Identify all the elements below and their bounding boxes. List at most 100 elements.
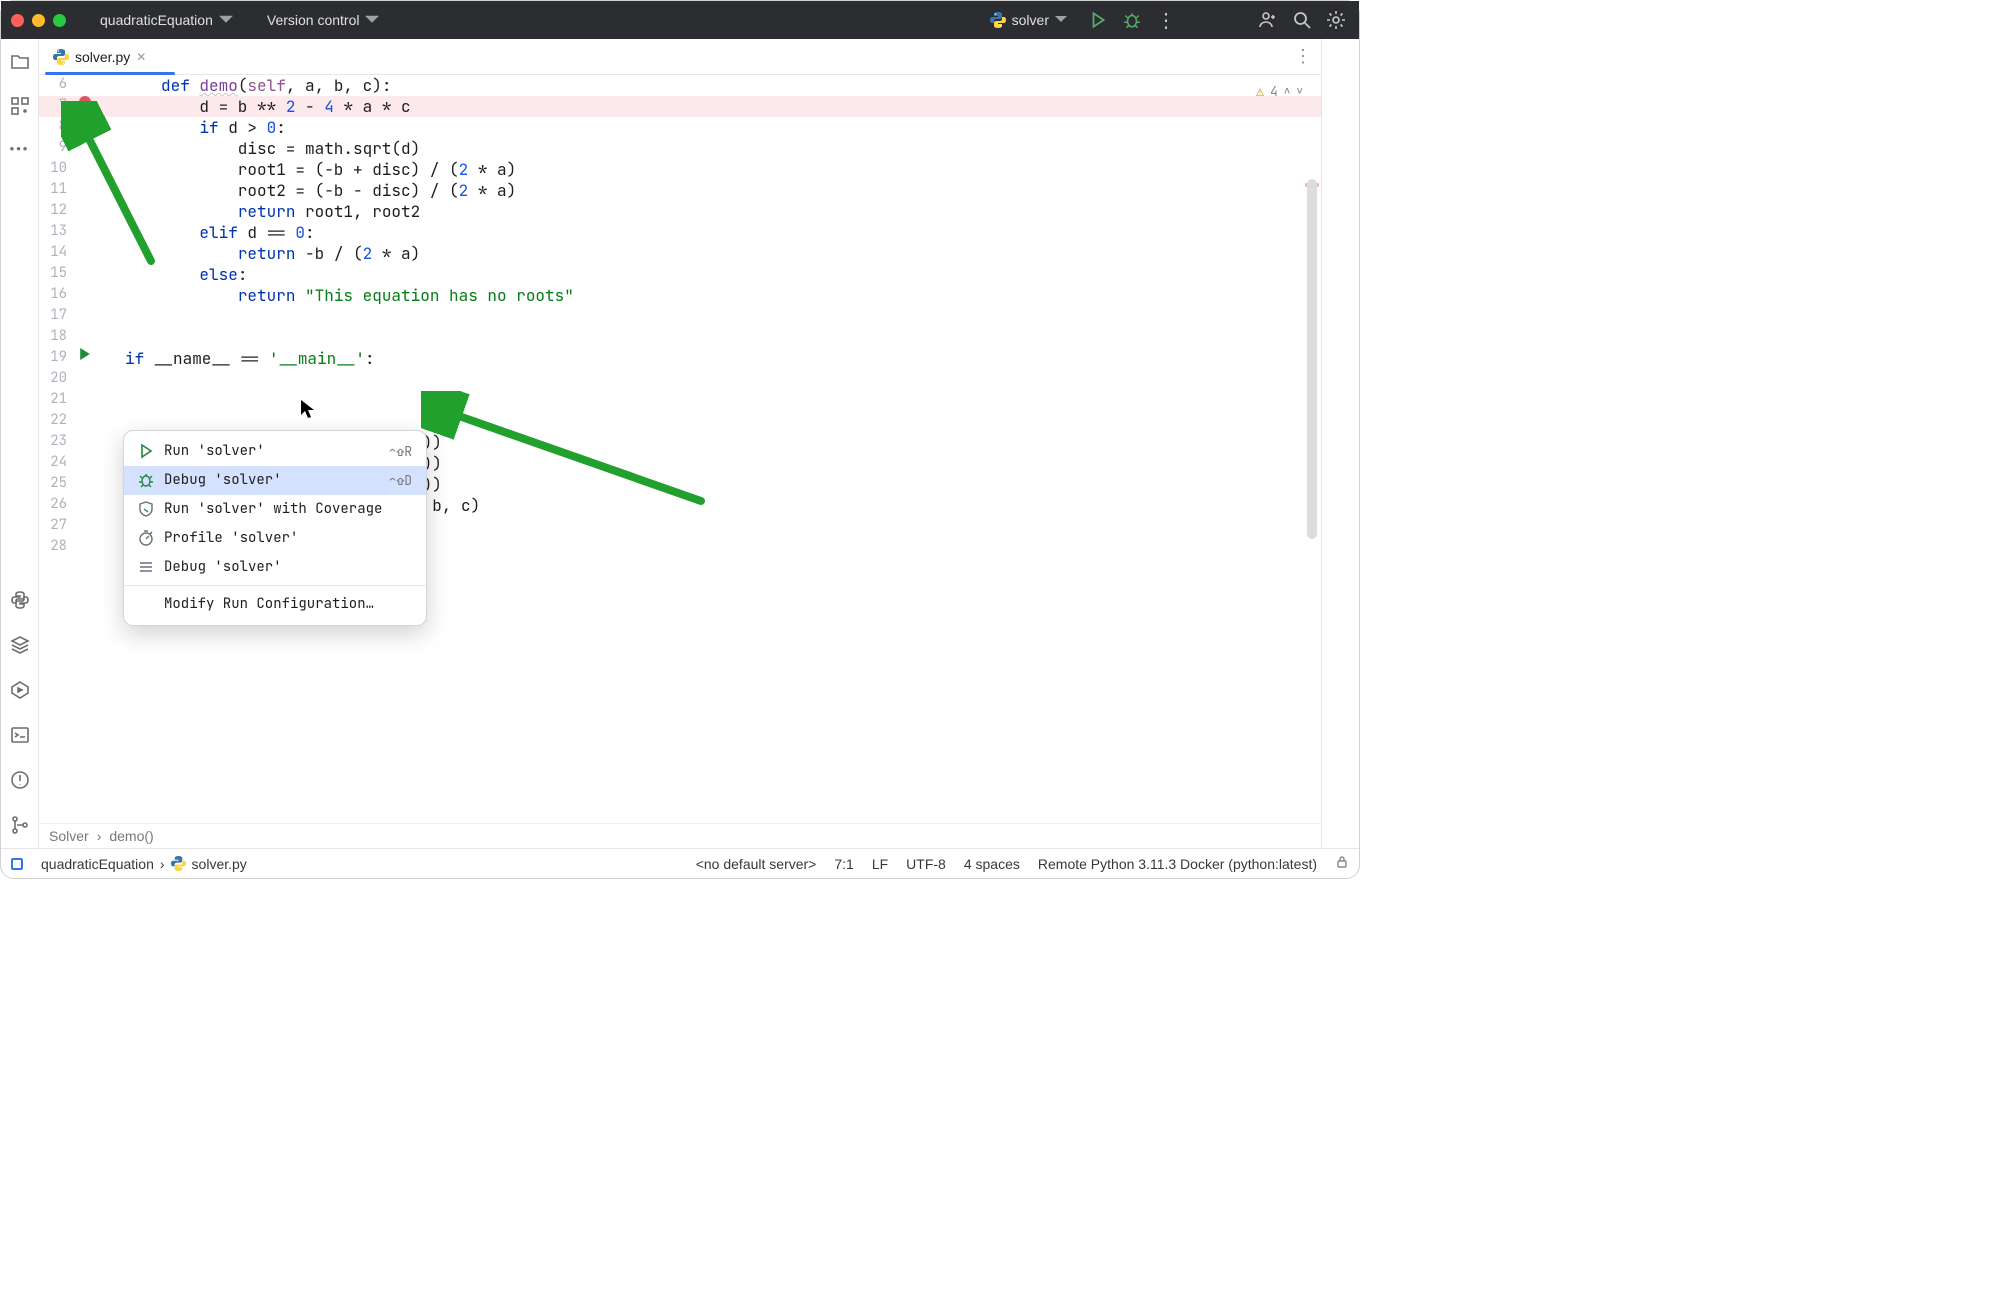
code-line[interactable]: 9 disc = math.sqrt(d) (39, 138, 1321, 159)
menu-item-label: Run 'solver' with Coverage (164, 500, 402, 519)
window-close-button[interactable] (11, 14, 24, 27)
line-number[interactable]: 17 (39, 306, 73, 325)
context-menu-item[interactable]: Modify Run Configuration… (124, 590, 426, 619)
menu-separator (124, 585, 426, 586)
breadcrumb-method[interactable]: demo() (109, 828, 153, 844)
menu-item-label: Debug 'solver' (164, 558, 402, 577)
chevron-down-icon (365, 13, 379, 27)
line-number[interactable]: 22 (39, 411, 73, 430)
status-caret[interactable]: 7:1 (834, 856, 853, 872)
context-menu-item[interactable]: Debug 'solver' (124, 553, 426, 582)
run-config-name: solver (1012, 12, 1049, 28)
line-number[interactable]: 6 (39, 75, 73, 94)
vcs-tool-icon[interactable] (10, 815, 30, 838)
code-line[interactable]: 16 return "This equation has no roots" (39, 285, 1321, 306)
code-line[interactable]: 12 return root1, root2 (39, 201, 1321, 222)
tab-actions-icon[interactable]: ⋮ (1294, 46, 1315, 67)
status-server[interactable]: <no default server> (696, 856, 817, 872)
structure-tool-icon[interactable] (10, 96, 30, 119)
code-line[interactable]: 14 return -b / (2 * a) (39, 243, 1321, 264)
line-number[interactable]: 26 (39, 495, 73, 514)
gutter[interactable] (73, 348, 97, 360)
python-icon (990, 12, 1006, 28)
vcs-dropdown[interactable]: Version control (261, 8, 386, 32)
line-number[interactable]: 23 (39, 432, 73, 451)
status-lock-icon[interactable] (1335, 855, 1349, 872)
status-eol[interactable]: LF (872, 856, 888, 872)
code-line[interactable]: 20 (39, 369, 1321, 390)
breadcrumb-class[interactable]: Solver (49, 828, 89, 844)
project-tool-icon[interactable] (10, 51, 30, 74)
code-line[interactable]: 17 (39, 306, 1321, 327)
inspection-widget[interactable]: ⚠ 4 ∧ ∨ (1256, 83, 1303, 101)
run-gutter-icon[interactable] (79, 348, 91, 360)
context-menu-item[interactable]: Profile 'solver' (124, 524, 426, 553)
line-number[interactable]: 19 (39, 348, 73, 367)
status-project: quadraticEquation (41, 856, 154, 872)
status-file: solver.py (192, 856, 247, 872)
code-line[interactable]: 6 def demo(self, a, b, c): (39, 75, 1321, 96)
problems-tool-icon[interactable] (10, 770, 30, 793)
code-line[interactable]: 15 else: (39, 264, 1321, 285)
scrollbar-thumb[interactable] (1307, 179, 1317, 539)
next-problem-icon[interactable]: ∨ (1296, 84, 1303, 99)
line-number[interactable]: 20 (39, 369, 73, 388)
status-indent[interactable]: 4 spaces (964, 856, 1020, 872)
terminal-tool-icon[interactable] (10, 725, 30, 748)
line-number[interactable]: 24 (39, 453, 73, 472)
titlebar: quadraticEquation Version control solver… (1, 1, 1359, 39)
code-text[interactable]: def demo(self, a, b, c): (97, 75, 391, 97)
python-file-icon (53, 49, 69, 65)
editor-tab-solver[interactable]: solver.py ✕ (45, 39, 154, 75)
tab-close-icon[interactable]: ✕ (136, 50, 146, 64)
status-path[interactable]: quadraticEquation › solver.py (41, 856, 247, 872)
debug-button[interactable] (1119, 7, 1145, 33)
code-line[interactable]: 13 elif d == 0: (39, 222, 1321, 243)
python-packages-icon[interactable] (10, 590, 30, 613)
menu-item-label: Debug 'solver' (164, 471, 379, 490)
code-text[interactable]: return "This equation has no roots" (97, 285, 574, 307)
code-with-me-icon[interactable] (1255, 7, 1281, 33)
code-line[interactable]: 19 if __name__ == '__main__': (39, 348, 1321, 369)
debug-icon (138, 472, 154, 488)
context-menu-item[interactable]: Run 'solver' with Coverage (124, 495, 426, 524)
code-text[interactable]: if __name__ == '__main__': (97, 348, 375, 370)
context-menu-item[interactable]: Debug 'solver'⌃⇧D (124, 466, 426, 495)
search-everywhere-icon[interactable] (1289, 7, 1315, 33)
line-number[interactable]: 18 (39, 327, 73, 346)
python-file-icon (171, 856, 186, 871)
more-actions-button[interactable]: ⋮ (1153, 7, 1179, 33)
run-config-selector[interactable]: solver (980, 9, 1077, 31)
status-interpreter[interactable]: Remote Python 3.11.3 Docker (python:late… (1038, 856, 1317, 872)
right-tool-strip (1321, 39, 1359, 848)
status-encoding[interactable]: UTF-8 (906, 856, 946, 872)
code-line[interactable]: 8 if d > 0: (39, 117, 1321, 138)
code-line[interactable]: 7 d = b ** 2 - 4 * a * c (39, 96, 1321, 117)
project-dropdown[interactable]: quadraticEquation (94, 8, 239, 32)
code-line[interactable]: 11 root2 = (-b - disc) / (2 * a) (39, 180, 1321, 201)
chevron-down-icon (1055, 16, 1067, 23)
run-button[interactable] (1085, 7, 1111, 33)
line-number[interactable]: 16 (39, 285, 73, 304)
warning-icon: ⚠ (1256, 83, 1264, 101)
line-number[interactable]: 21 (39, 390, 73, 409)
window-zoom-button[interactable] (53, 14, 66, 27)
settings-icon[interactable] (1323, 7, 1349, 33)
tool-window-toggle-icon[interactable] (11, 858, 23, 870)
context-menu-item[interactable]: Run 'solver'⌃⇧R (124, 437, 426, 466)
menu-item-shortcut: ⌃⇧R (389, 443, 412, 461)
profile-icon (138, 530, 154, 546)
breadcrumbs[interactable]: Solver › demo() (39, 823, 1321, 848)
line-number[interactable]: 28 (39, 537, 73, 556)
breadcrumb-separator: › (97, 828, 102, 844)
prev-problem-icon[interactable]: ∧ (1284, 84, 1291, 99)
code-line[interactable]: 18 (39, 327, 1321, 348)
more-tool-icon[interactable]: ••• (10, 141, 30, 156)
window-minimize-button[interactable] (32, 14, 45, 27)
code-line[interactable]: 10 root1 = (-b + disc) / (2 * a) (39, 159, 1321, 180)
tab-filename: solver.py (75, 49, 130, 65)
services-tool-icon[interactable] (10, 635, 30, 658)
line-number[interactable]: 25 (39, 474, 73, 493)
line-number[interactable]: 27 (39, 516, 73, 535)
run-tool-icon[interactable] (10, 680, 30, 703)
